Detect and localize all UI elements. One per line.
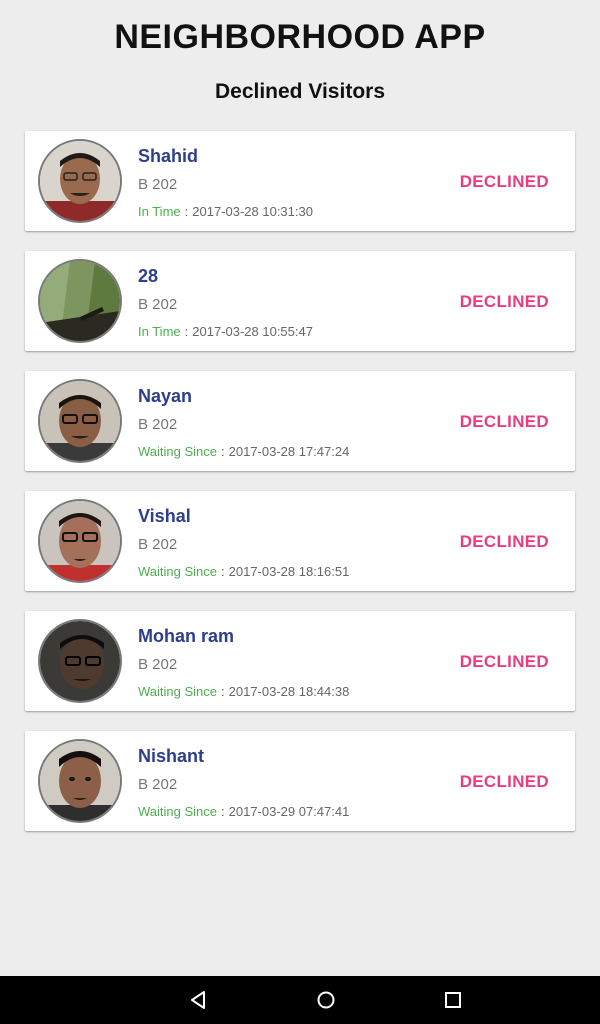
recents-button[interactable] (439, 986, 467, 1014)
visitor-card[interactable]: 28 B 202 In Time:2017-03-28 10:55:47 DEC… (25, 251, 575, 351)
time-separator: : (221, 444, 225, 459)
visitor-card[interactable]: Nishant B 202 Waiting Since:2017-03-29 0… (25, 731, 575, 831)
time-label: Waiting Since (138, 564, 217, 579)
back-button[interactable] (184, 986, 212, 1014)
visitor-time-line: Waiting Since:2017-03-28 17:47:24 (138, 444, 349, 459)
visitor-name: Nishant (138, 746, 205, 766)
visitor-name: 28 (138, 266, 159, 286)
time-label: In Time (138, 324, 181, 339)
visitor-time-line: In Time:2017-03-28 10:55:47 (138, 324, 313, 339)
visitor-name: Vishal (138, 506, 191, 526)
system-navigation-bar (0, 976, 600, 1024)
visitor-time-line: Waiting Since:2017-03-29 07:47:41 (138, 804, 349, 819)
status-declined: DECLINED (459, 172, 549, 191)
time-label: In Time (138, 204, 181, 219)
avatar-photo-mohan (40, 621, 120, 701)
avatar (38, 739, 122, 823)
visitor-card[interactable]: Mohan ram B 202 Waiting Since:2017-03-28… (25, 611, 575, 711)
visitor-flat: B 202 (138, 656, 178, 673)
avatar-photo-nayan (40, 381, 120, 461)
visitor-time-line: In Time:2017-03-28 10:31:30 (138, 204, 313, 219)
status-declined: DECLINED (459, 772, 549, 791)
time-separator: : (184, 324, 189, 339)
visitor-time-line: Waiting Since:2017-03-28 18:44:38 (138, 684, 349, 699)
time-separator: : (221, 684, 225, 699)
visitor-flat: B 202 (138, 536, 178, 553)
avatar-photo-vishal (40, 501, 120, 581)
visitor-list: Shahid B 202 In Time:2017-03-28 10:31:30… (25, 131, 575, 851)
recents-square-icon (445, 992, 461, 1008)
visitor-flat: B 202 (138, 176, 178, 193)
time-value: 2017-03-28 10:55:47 (192, 324, 313, 339)
status-declined: DECLINED (459, 652, 549, 671)
visitor-card[interactable]: Shahid B 202 In Time:2017-03-28 10:31:30… (25, 131, 575, 231)
time-value: 2017-03-28 17:47:24 (228, 444, 350, 459)
avatar (38, 619, 122, 703)
time-value: 2017-03-29 07:47:41 (228, 804, 350, 819)
avatar (38, 139, 122, 223)
time-separator: : (221, 564, 225, 579)
avatar-photo-wall (40, 261, 120, 341)
visitor-name: Mohan ram (138, 626, 235, 646)
avatar (38, 499, 122, 583)
home-circle-icon (317, 991, 335, 1009)
time-label: Waiting Since (138, 804, 217, 819)
home-button[interactable] (312, 986, 340, 1014)
status-declined: DECLINED (459, 532, 549, 551)
visitor-name: Nayan (138, 386, 193, 406)
avatar-photo-shahid (40, 141, 120, 221)
status-declined: DECLINED (459, 412, 549, 431)
time-value: 2017-03-28 18:44:38 (228, 684, 350, 699)
time-separator: : (184, 204, 189, 219)
status-declined: DECLINED (459, 292, 549, 311)
visitor-flat: B 202 (138, 296, 178, 313)
time-value: 2017-03-28 10:31:30 (192, 204, 313, 219)
avatar (38, 379, 122, 463)
visitor-name: Shahid (138, 146, 199, 166)
time-label: Waiting Since (138, 684, 217, 699)
time-label: Waiting Since (138, 444, 217, 459)
visitor-card[interactable]: Nayan B 202 Waiting Since:2017-03-28 17:… (25, 371, 575, 471)
avatar-photo-nishant (40, 741, 120, 821)
avatar (38, 259, 122, 343)
visitor-time-line: Waiting Since:2017-03-28 18:16:51 (138, 564, 349, 579)
visitor-flat: B 202 (138, 776, 178, 793)
time-separator: : (221, 804, 225, 819)
screen: NEIGHBORHOOD APP Declined Visitors Shahi… (0, 0, 600, 1024)
page-title: Declined Visitors (214, 80, 385, 103)
visitor-card[interactable]: Vishal B 202 Waiting Since:2017-03-28 18… (25, 491, 575, 591)
visitor-flat: B 202 (138, 416, 178, 433)
back-triangle-icon (191, 991, 205, 1009)
app-title: NEIGHBORHOOD APP (114, 18, 486, 56)
time-value: 2017-03-28 18:16:51 (228, 564, 350, 579)
